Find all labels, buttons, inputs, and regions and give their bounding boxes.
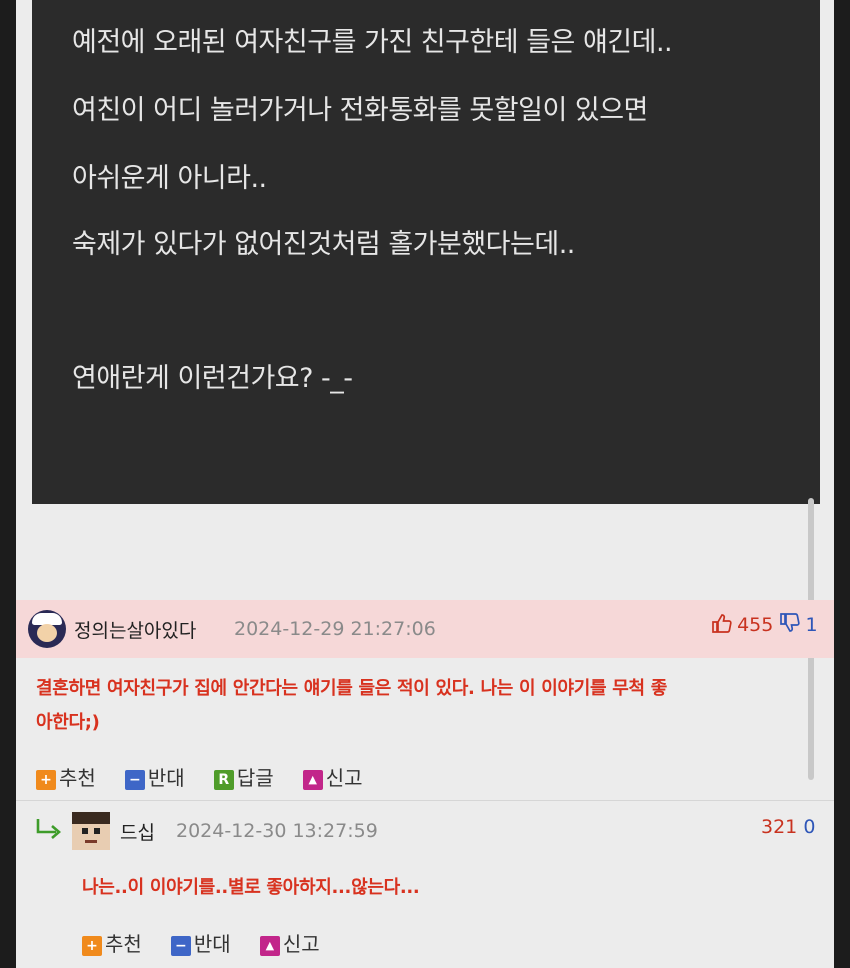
comment-text: 결혼하면 여자친구가 집에 안간다는 얘기를 들은 적이 있다. 나는 이 이야… [36,672,667,740]
report-button[interactable]: ▲ 신고 [259,928,320,957]
comment-text-line: 아한다;) [36,712,100,733]
comment-text: 나는..이 이야기를..별로 좋아하지...않는다... [82,877,420,898]
plus-icon: + [82,935,102,956]
page-frame: 예전에 오래된 여자친구를 가진 친구한테 들은 얘긴데.. 여친이 어디 놀러… [16,0,834,968]
post-text-line: 여친이 어디 놀러가거나 전화통화를 못할일이 있으면 [72,95,648,126]
vote-counter: 321 0 [761,816,815,838]
comment-actions: + 추천 − 반대 ▲ 신고 [82,928,344,957]
thumbs-up-icon[interactable] [710,612,732,638]
upvote-count: 455 [737,614,774,636]
oppose-button[interactable]: − 반대 [124,762,185,791]
reply-button[interactable]: R 답글 [213,762,274,791]
comment-text-line: 결혼하면 여자친구가 집에 안간다는 얘기를 들은 적이 있다. 나는 이 이야… [36,678,667,699]
recommend-button[interactable]: + 추천 [36,762,96,791]
vote-counter: 455 1 [710,612,818,642]
post-text-line: 예전에 오래된 여자친구를 가진 친구한테 들은 얘긴데.. [72,27,673,58]
reply-icon: R [213,769,234,790]
report-button[interactable]: ▲ 신고 [302,762,363,791]
comment-nickname[interactable]: 드십 [120,818,155,845]
post-text-line: 아쉬운게 아니라.. [72,163,267,194]
minus-icon: − [170,935,191,956]
comment-date: 2024-12-30 13:27:59 [176,820,378,842]
upvote-count: 321 [761,816,798,838]
recommend-button[interactable]: + 추천 [82,928,142,957]
comment: 정의는살아있다 2024-12-29 21:27:06 455 1 결혼하면 여… [16,600,834,800]
post-text-line: 숙제가 있다가 없어진것처럼 홀가분했다는데.. [72,229,575,260]
avatar[interactable] [72,812,110,850]
siren-icon: ▲ [302,769,323,790]
avatar[interactable] [28,610,66,648]
minus-icon: − [124,769,145,790]
comment-date: 2024-12-29 21:27:06 [234,618,436,640]
reply-comment: 드십 2024-12-30 13:27:59 321 0 나는..이 이야기를.… [16,800,834,968]
comment-actions: + 추천 − 반대 R 답글 ▲ 신고 [36,762,387,791]
post-body: 예전에 오래된 여자친구를 가진 친구한테 들은 얘긴데.. 여친이 어디 놀러… [32,0,820,504]
oppose-button[interactable]: − 반대 [170,928,231,957]
plus-icon: + [36,769,56,790]
post-text-line: 연애란게 이런건가요? -_- [72,363,353,394]
siren-icon: ▲ [259,935,280,956]
comment-header: 정의는살아있다 2024-12-29 21:27:06 455 1 [16,600,834,658]
downvote-count: 0 [803,816,816,838]
downvote-count: 1 [805,614,818,636]
thumbs-down-icon[interactable] [778,612,801,638]
reply-arrow-icon [34,816,64,846]
comment-nickname[interactable]: 정의는살아있다 [74,616,196,643]
